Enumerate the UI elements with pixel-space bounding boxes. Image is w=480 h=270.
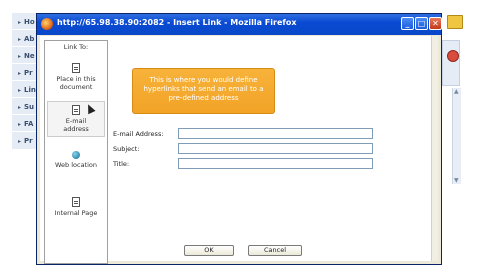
bg-nav-label: Su <box>24 103 35 111</box>
dialog-scrollbar[interactable] <box>431 36 438 261</box>
tooltip-line: hyperlinks that send an email to a <box>143 85 264 93</box>
link-to-panel: Link To: Place in this document E-mail a… <box>44 40 108 264</box>
dialog-content: Link To: Place in this document E-mail a… <box>40 36 438 264</box>
email-address-field[interactable] <box>178 128 373 139</box>
nav-arrow-icon: ▸ <box>18 104 22 111</box>
nav-arrow-icon: ▸ <box>18 121 22 128</box>
subject-label: Subject: <box>113 145 140 153</box>
link-to-internal-page[interactable]: Internal Page <box>47 197 105 219</box>
bg-nav-label: Ho <box>24 18 35 26</box>
item-label: address <box>63 125 89 133</box>
link-to-email-address[interactable]: E-mail address <box>47 101 105 137</box>
nav-arrow-icon: ▸ <box>18 70 22 77</box>
minimize-button[interactable]: _ <box>401 17 414 30</box>
item-label: Web location <box>54 161 98 169</box>
document-icon <box>72 63 80 73</box>
link-to-label: Link To: <box>63 43 89 51</box>
tooltip-line: pre-defined address <box>168 94 239 102</box>
nav-arrow-icon: ▸ <box>18 87 22 94</box>
background-toolbar-strip <box>442 40 460 86</box>
subject-field[interactable] <box>178 143 373 154</box>
close-button[interactable]: ✕ <box>429 17 442 30</box>
bg-nav-label: Ab <box>24 35 35 43</box>
tooltip-line: This is where you would define <box>149 76 258 84</box>
maximize-button[interactable]: □ <box>415 17 428 30</box>
bg-nav-label: Lin <box>24 86 36 94</box>
window-title: http://65.98.38.90:2082 - Insert Link - … <box>57 18 297 27</box>
item-label: E-mail <box>65 117 87 125</box>
item-label: Place in this <box>56 75 96 83</box>
item-label: Internal Page <box>54 209 98 217</box>
window-titlebar[interactable]: http://65.98.38.90:2082 - Insert Link - … <box>37 14 442 35</box>
scroll-down-icon[interactable]: ▼ <box>454 177 459 184</box>
scroll-up-icon[interactable]: ▲ <box>454 88 459 95</box>
link-to-web-location[interactable]: Web location <box>47 151 105 173</box>
cancel-button[interactable]: Cancel <box>248 245 302 256</box>
item-label: document <box>59 83 93 91</box>
nav-arrow-icon: ▸ <box>18 53 22 60</box>
background-scrollbar[interactable]: ▲ ▼ <box>452 88 461 184</box>
title-field[interactable] <box>178 158 373 169</box>
email-address-label: E-mail Address: <box>113 130 164 138</box>
link-to-place-in-document[interactable]: Place in this document <box>47 63 105 93</box>
page-icon <box>72 197 80 207</box>
bg-nav-label: FA <box>24 120 34 128</box>
title-label: Title: <box>113 160 130 168</box>
nav-arrow-icon: ▸ <box>18 138 22 145</box>
nav-arrow-icon: ▸ <box>18 36 22 43</box>
help-tooltip: This is where you would define hyperlink… <box>132 68 275 114</box>
firefox-icon <box>41 18 53 30</box>
globe-icon <box>72 151 80 159</box>
nav-arrow-icon: ▸ <box>18 19 22 26</box>
bg-nav-label: Pr <box>24 69 33 77</box>
ok-button[interactable]: OK <box>184 245 234 256</box>
email-doc-icon <box>72 105 80 115</box>
globe-icon <box>447 50 459 62</box>
bg-nav-label: Ne <box>24 52 35 60</box>
bg-nav-label: Pr <box>24 137 33 145</box>
insert-link-window: http://65.98.38.90:2082 - Insert Link - … <box>36 13 442 265</box>
folder-icon[interactable] <box>447 15 463 29</box>
